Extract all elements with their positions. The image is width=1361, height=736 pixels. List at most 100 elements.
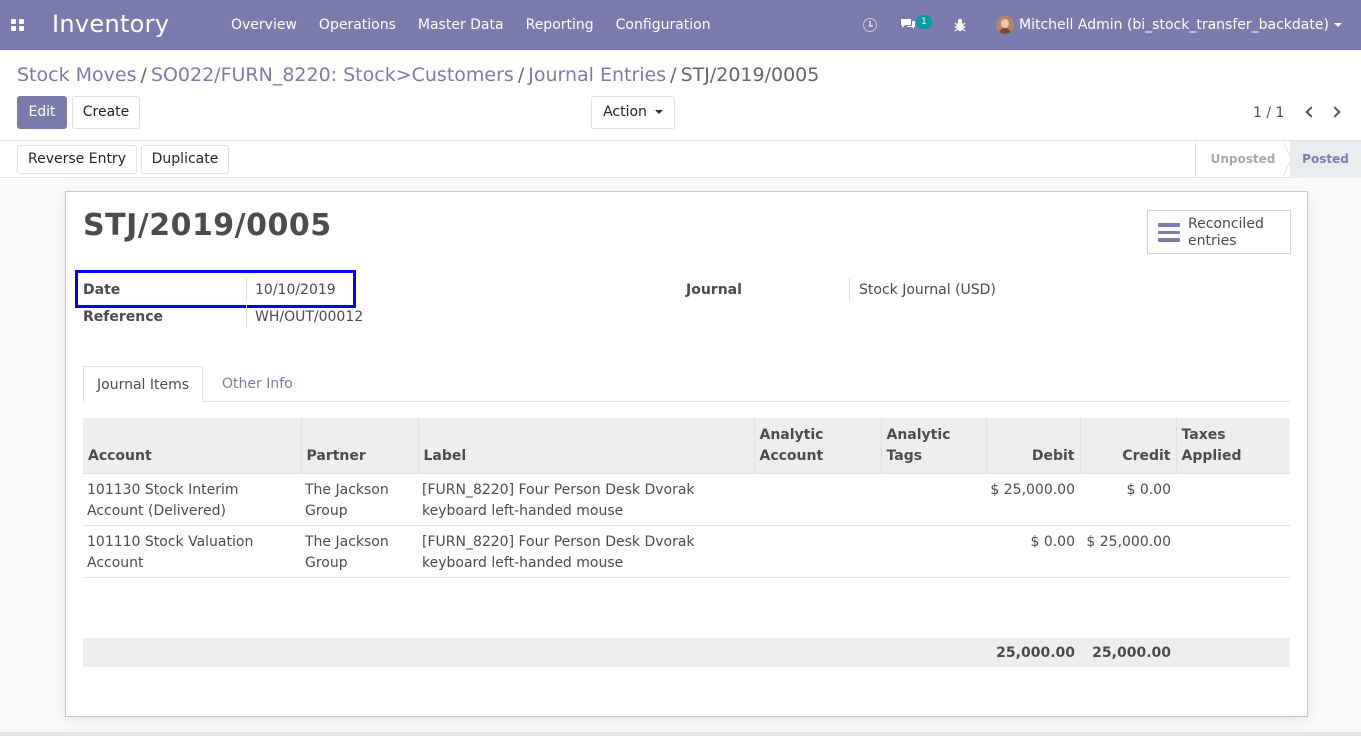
header-line2: Account <box>759 447 824 464</box>
total-credit: 25,000.00 <box>1080 638 1176 667</box>
pager-previous-button[interactable] <box>1302 104 1320 122</box>
message-count-badge: 1 <box>916 15 932 29</box>
field-divider <box>246 305 247 329</box>
pager-value[interactable]: 1 / 1 <box>1253 105 1284 121</box>
user-menu[interactable]: Mitchell Admin (bi_stock_transfer_backda… <box>1019 17 1342 33</box>
reconciled-entries-button[interactable]: Reconciled entries <box>1147 210 1291 254</box>
cell-credit: $ 0.00 <box>1080 472 1176 525</box>
cell-debit: $ 0.00 <box>986 524 1080 577</box>
breadcrumb: Stock Moves / SO022/FURN_8220: Stock>Custo… <box>17 64 819 86</box>
chat-icon[interactable] <box>900 18 916 30</box>
table-row[interactable]: 101110 Stock Valuation Account The Jackso… <box>83 524 1290 577</box>
tab-journal-items[interactable]: Journal Items <box>83 366 204 402</box>
cell-text: Account <box>87 555 144 571</box>
header-line1: Analytic <box>886 426 951 443</box>
journal-field[interactable]: Stock Journal (USD) <box>859 282 996 298</box>
empty-row <box>83 576 1290 608</box>
cell-analytic-account <box>754 472 881 525</box>
menu-master-data[interactable]: Master Data <box>407 0 515 50</box>
column-header-label[interactable]: Label <box>417 418 754 473</box>
cell-text: The Jackson <box>305 533 389 550</box>
form-sheet: STJ/2019/0005 Reconciled entries Date 10… <box>65 191 1308 717</box>
main-menu: Overview Operations Master Data Reportin… <box>220 0 722 50</box>
smart-button-line2: entries <box>1188 233 1237 249</box>
chevron-left-icon <box>1305 106 1317 118</box>
reconciled-entries-label: Reconciled entries <box>1188 216 1264 250</box>
column-header-analytic-account[interactable]: Analytic Account <box>753 418 881 473</box>
notebook-tabs: Journal Items Other Info <box>83 366 1290 402</box>
cell-text: [FURN_8220] Four Person Desk Dvorak <box>422 533 695 550</box>
action-dropdown[interactable]: Action <box>591 96 675 129</box>
column-header-account[interactable]: Account <box>83 418 301 473</box>
journal-label: Journal <box>686 282 742 298</box>
menu-overview[interactable]: Overview <box>220 0 308 50</box>
header-line1: Analytic <box>759 426 824 443</box>
header-line2: Account <box>88 447 152 464</box>
top-navbar: Inventory Overview Operations Master Dat… <box>0 0 1361 50</box>
header-line2: Label <box>423 447 467 464</box>
table-row[interactable]: 101130 Stock Interim Account (Delivered) … <box>83 472 1290 525</box>
reference-field[interactable]: WH/OUT/00012 <box>255 309 363 325</box>
cell-taxes <box>1176 524 1290 577</box>
control-panel: Stock Moves / SO022/FURN_8220: Stock>Custo… <box>0 50 1361 141</box>
cell-partner: The Jackson Group <box>301 524 418 577</box>
edit-button[interactable]: Edit <box>17 96 67 129</box>
header-line1: Taxes <box>1181 426 1226 443</box>
create-button[interactable]: Create <box>72 96 140 129</box>
header-line2: Applied <box>1181 447 1242 464</box>
stage-arrow <box>1282 141 1291 177</box>
chevron-down-icon <box>1333 23 1342 27</box>
user-avatar[interactable] <box>996 16 1014 34</box>
app-title[interactable]: Inventory <box>52 10 169 38</box>
breadcrumb-separator: / <box>517 64 525 86</box>
breadcrumb-separator: / <box>140 64 147 86</box>
breadcrumb-current: STJ/2019/0005 <box>680 64 820 86</box>
cell-text: 101110 Stock Valuation <box>87 533 254 550</box>
table-header-row: Account Partner Label Analytic Account An… <box>83 418 1290 473</box>
horizontal-scrollbar[interactable] <box>0 732 1361 736</box>
cell-analytic-tags <box>881 524 986 577</box>
totals-row: 25,000.00 25,000.00 <box>83 638 1290 667</box>
cell-account: 101110 Stock Valuation Account <box>83 524 301 577</box>
column-header-credit[interactable]: Credit <box>1079 418 1176 473</box>
header-line2: Partner <box>306 447 366 464</box>
cell-text: keyboard left-handed mouse <box>422 503 624 519</box>
header-line2: Debit <box>1031 447 1075 464</box>
total-debit: 25,000.00 <box>986 638 1080 667</box>
breadcrumb-stock-moves[interactable]: Stock Moves <box>17 64 136 86</box>
menu-operations[interactable]: Operations <box>308 0 407 50</box>
cell-text: Group <box>305 503 348 519</box>
breadcrumb-stock-move[interactable]: SO022/FURN_8220: Stock>Customers <box>151 64 514 86</box>
spacer-row <box>83 608 1290 638</box>
record-title: STJ/2019/0005 <box>83 208 332 243</box>
tab-other-info[interactable]: Other Info <box>209 366 306 402</box>
cell-credit: $ 25,000.00 <box>1080 524 1176 577</box>
cell-label: [FURN_8220] Four Person Desk Dvorak keybo… <box>418 472 754 525</box>
activity-clock-icon[interactable] <box>863 18 877 32</box>
header-line2: Credit <box>1122 447 1171 464</box>
chevron-right-icon <box>1329 106 1341 118</box>
column-header-taxes-applied[interactable]: Taxes Applied <box>1175 418 1290 473</box>
column-header-partner[interactable]: Partner <box>300 418 418 473</box>
cell-label: [FURN_8220] Four Person Desk Dvorak keybo… <box>418 524 754 577</box>
cell-text: Account (Delivered) <box>87 503 226 519</box>
column-header-debit[interactable]: Debit <box>985 418 1080 473</box>
field-divider <box>849 278 850 302</box>
cell-account: 101130 Stock Interim Account (Delivered) <box>83 472 301 525</box>
apps-grid-icon[interactable] <box>11 19 24 31</box>
journal-items-table: Account Partner Label Analytic Account An… <box>83 418 1290 667</box>
reverse-entry-button[interactable]: Reverse Entry <box>17 145 137 174</box>
cell-text: 101130 Stock Interim <box>87 481 239 498</box>
debug-bug-icon[interactable] <box>954 17 966 33</box>
menu-configuration[interactable]: Configuration <box>605 0 722 50</box>
breadcrumb-separator: / <box>670 64 677 86</box>
pager-next-button[interactable] <box>1329 104 1347 122</box>
cell-text: The Jackson <box>305 481 389 498</box>
breadcrumb-journal-entries[interactable]: Journal Entries <box>528 64 666 86</box>
stage-unposted[interactable]: Unposted <box>1195 141 1290 178</box>
column-header-analytic-tags[interactable]: Analytic Tags <box>880 418 986 473</box>
duplicate-button[interactable]: Duplicate <box>141 145 229 174</box>
cell-debit: $ 25,000.00 <box>986 472 1080 525</box>
stage-posted[interactable]: Posted <box>1290 141 1361 178</box>
menu-reporting[interactable]: Reporting <box>515 0 605 50</box>
